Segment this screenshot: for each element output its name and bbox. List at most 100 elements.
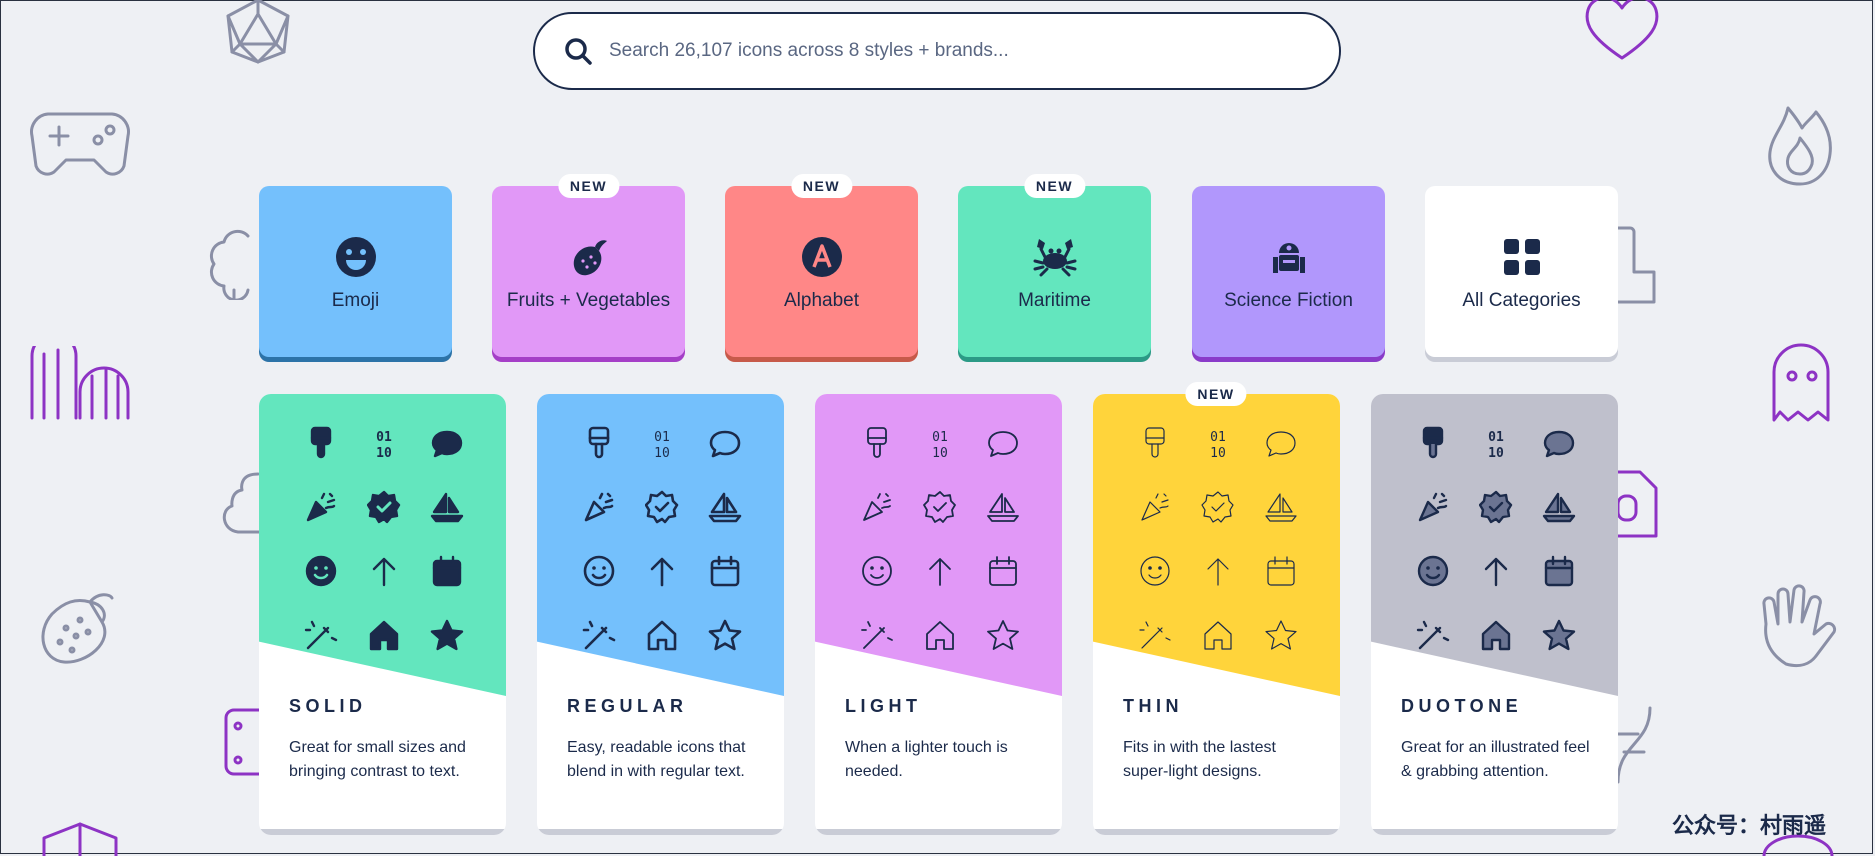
house-icon xyxy=(1203,621,1232,650)
style-preview: 01 10 xyxy=(815,394,1062,696)
category-label: Maritime xyxy=(1018,289,1091,311)
search-icon xyxy=(565,38,592,65)
magic-wand-icon xyxy=(1138,621,1171,649)
card-shadow xyxy=(1093,829,1340,835)
smile-icon xyxy=(335,236,376,277)
paintbrush-icon xyxy=(310,426,331,459)
style-card-solid[interactable]: 01 10 SOLID Great for small sizes and bri… xyxy=(259,394,506,835)
svg-text:10: 10 xyxy=(1210,446,1226,460)
sailboat-icon xyxy=(708,492,741,523)
party-popper-icon xyxy=(306,492,335,522)
new-badge: NEW xyxy=(790,174,853,198)
style-card-duotone[interactable]: 01 10 DUOTONE Great for an illustrated fe… xyxy=(1371,394,1618,835)
grid-icon xyxy=(1503,238,1540,275)
party-popper-icon xyxy=(584,492,613,522)
svg-text:10: 10 xyxy=(1488,446,1504,460)
style-title: DUOTONE xyxy=(1401,696,1523,716)
style-card-thin[interactable]: 01 10 THIN Fits in with the lastest super… xyxy=(1093,394,1340,835)
binary-icon: 0110 xyxy=(1210,430,1226,460)
roller-coaster-icon xyxy=(30,346,130,420)
category-label: Fruits + Vegetables xyxy=(506,289,671,311)
category-label: Alphabet xyxy=(783,289,859,311)
strawberry-icon xyxy=(41,593,114,664)
calendar-icon xyxy=(710,555,739,587)
house-icon xyxy=(925,621,954,650)
dna-icon xyxy=(1616,706,1652,784)
party-popper-icon xyxy=(862,493,891,521)
calendar-icon xyxy=(1266,556,1295,586)
smile-icon xyxy=(305,555,336,587)
star-icon xyxy=(986,620,1019,650)
badge-check-icon xyxy=(644,490,678,524)
arrow-up-icon xyxy=(1484,557,1507,587)
style-preview: 01 10 xyxy=(1371,394,1618,696)
category-tile-science-fiction[interactable]: Science Fiction xyxy=(1192,186,1385,357)
calendar-icon xyxy=(1544,555,1573,587)
magic-wand-icon xyxy=(1416,620,1449,650)
badge-check-icon xyxy=(922,491,956,523)
category-tile-all-categories[interactable]: All Categories xyxy=(1425,186,1618,357)
svg-text:01: 01 xyxy=(376,430,392,445)
category-label: Science Fiction xyxy=(1224,289,1353,311)
category-tile-emoji[interactable]: Emoji xyxy=(259,186,452,357)
style-title: THIN xyxy=(1123,696,1183,716)
ghost-icon xyxy=(1772,343,1830,422)
comment-icon xyxy=(987,431,1018,457)
comment-icon xyxy=(431,430,462,458)
sailboat-icon xyxy=(430,492,463,523)
badge-check-icon xyxy=(366,490,400,524)
binary-icon: 0110 xyxy=(376,430,392,460)
category-tile-maritime[interactable]: NEW Maritime xyxy=(958,174,1151,357)
arrow-up-icon xyxy=(372,557,395,587)
sailboat-icon xyxy=(986,493,1019,522)
badge-check-icon xyxy=(1200,491,1234,523)
house-icon xyxy=(1481,620,1510,651)
robot-droid-icon xyxy=(1272,242,1305,273)
category-tile-fruits-vegetables[interactable]: NEW Fruits + Vegetables xyxy=(492,174,685,357)
category-label: Emoji xyxy=(331,289,380,311)
crab-icon xyxy=(1033,238,1076,276)
new-badge: NEW xyxy=(1023,174,1086,198)
house-icon xyxy=(647,620,676,651)
style-title: REGULAR xyxy=(567,696,688,716)
calendar-icon xyxy=(432,555,461,587)
category-label: All Categories xyxy=(1462,289,1581,311)
strawberry-icon xyxy=(573,239,607,275)
style-preview: 01 10 xyxy=(1093,394,1340,696)
magic-wand-icon xyxy=(582,620,615,650)
smile-icon xyxy=(583,555,614,587)
svg-text:10: 10 xyxy=(654,446,670,460)
card-shadow xyxy=(1371,829,1618,835)
party-popper-icon xyxy=(1418,492,1447,522)
style-description: Great for an illustrated feel & grabbing… xyxy=(1401,739,1590,780)
svg-text:10: 10 xyxy=(376,446,392,460)
binary-icon: 0110 xyxy=(654,430,670,460)
star-icon xyxy=(708,619,741,651)
party-popper-icon xyxy=(1140,493,1169,521)
dice-icon xyxy=(224,708,260,776)
new-badge: NEW xyxy=(1185,382,1247,406)
search-input[interactable] xyxy=(607,39,1339,63)
style-preview: 01 10 xyxy=(259,394,506,696)
sailboat-icon xyxy=(1264,493,1297,522)
heart-icon xyxy=(1585,0,1659,60)
calendar-icon xyxy=(988,556,1017,586)
comment-icon xyxy=(1543,430,1574,458)
style-card-regular[interactable]: 01 10 REGULAR Easy, readable icons that b… xyxy=(537,394,784,835)
smile-icon xyxy=(1139,556,1170,586)
category-tile-alphabet[interactable]: NEW Alphabet xyxy=(725,174,918,357)
svg-text:01: 01 xyxy=(932,430,948,445)
smile-icon xyxy=(861,556,892,586)
star-icon xyxy=(1542,619,1575,651)
arrow-up-icon xyxy=(1206,558,1229,586)
style-title: SOLID xyxy=(289,696,367,716)
cube-icon xyxy=(42,822,118,856)
magic-wand-icon xyxy=(304,620,337,650)
comment-icon xyxy=(709,430,740,458)
style-description: When a lighter touch is needed. xyxy=(845,739,1008,780)
card-shadow xyxy=(815,829,1062,835)
badge-check-icon xyxy=(1478,490,1512,524)
style-card-light[interactable]: 01 10 LIGHT When a lighter touch is neede… xyxy=(815,394,1062,835)
svg-text:01: 01 xyxy=(1210,430,1226,445)
icon-search-bar[interactable] xyxy=(533,12,1341,90)
